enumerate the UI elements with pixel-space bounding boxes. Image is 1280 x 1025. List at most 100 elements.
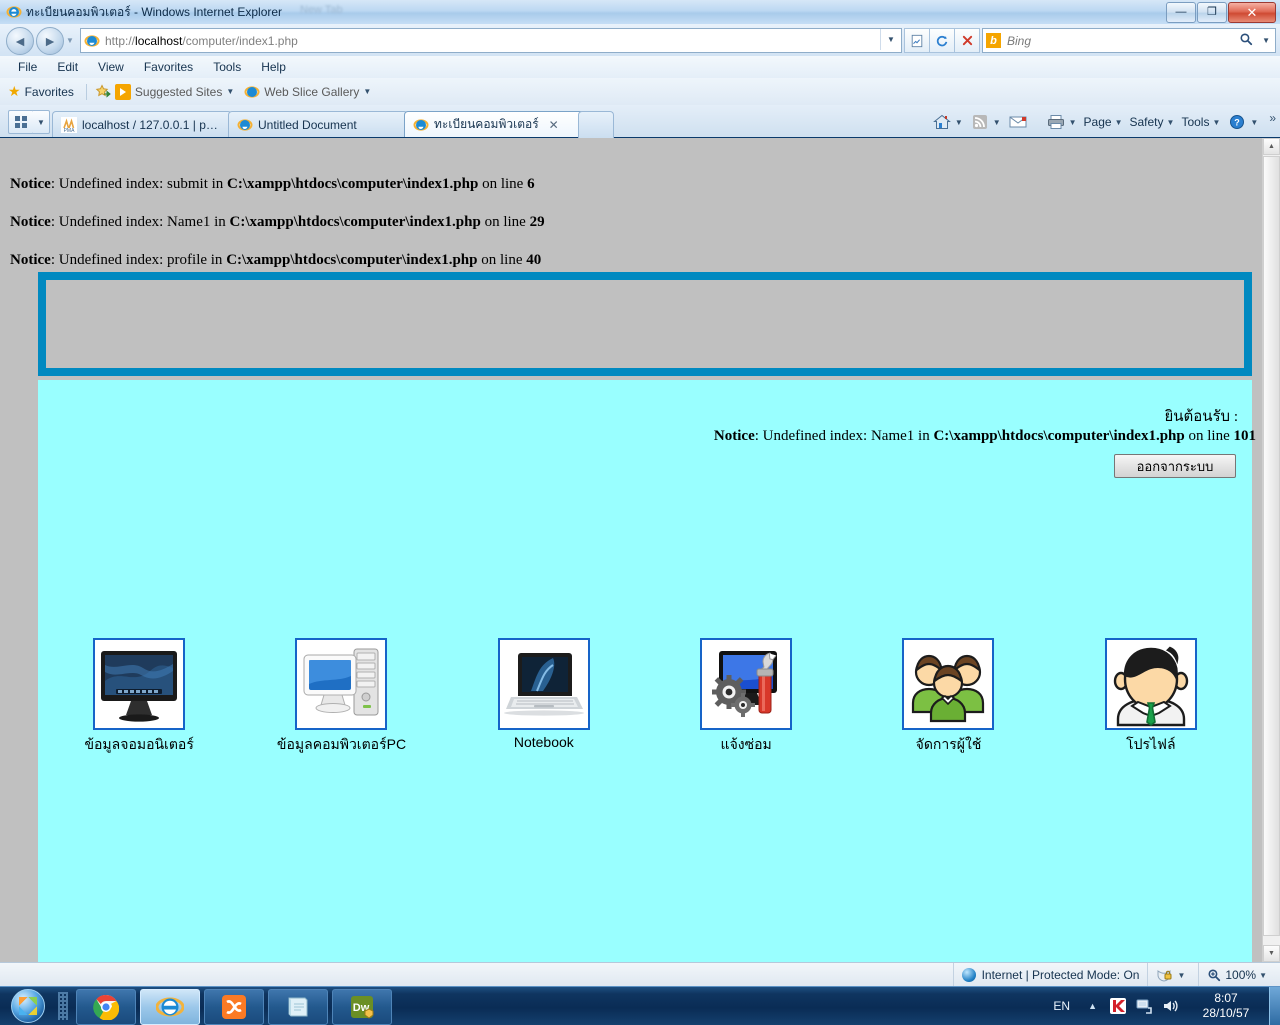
new-tab-button[interactable] <box>578 111 614 138</box>
svg-text:PMA: PMA <box>64 128 76 133</box>
command-bar-overflow-icon[interactable]: » <box>1269 111 1276 125</box>
address-input[interactable]: http://localhost/computer/index1.php <box>105 34 298 48</box>
taskbar-grip[interactable] <box>58 992 68 1020</box>
taskbar-internet-explorer[interactable] <box>140 989 200 1025</box>
safety-menu-button[interactable]: Safety ▼ <box>1130 115 1180 129</box>
tools-menu-button[interactable]: Tools ▼ <box>1181 115 1225 129</box>
quick-tabs-button[interactable] <box>8 110 34 134</box>
help-caret-icon[interactable]: ▼ <box>1250 118 1258 127</box>
web-slice-gallery-caret-icon[interactable]: ▼ <box>363 87 371 96</box>
feeds-caret-icon[interactable]: ▼ <box>993 118 1001 127</box>
zoom-caret-icon[interactable]: ▼ <box>1259 971 1267 980</box>
suggested-sites-icon[interactable] <box>114 83 131 100</box>
search-input[interactable]: Bing <box>1007 34 1031 48</box>
refresh-button[interactable] <box>930 28 955 53</box>
close-icon: ✕ <box>1246 5 1258 20</box>
menu-view[interactable]: View <box>88 58 134 76</box>
recent-pages-caret-icon[interactable]: ▼ <box>66 36 74 45</box>
page-menu-button[interactable]: Page ▼ <box>1084 115 1128 129</box>
php-notice-inner: Notice: Undefined index: Name1 in C:\xam… <box>714 428 1256 445</box>
language-indicator[interactable]: EN <box>1053 999 1070 1013</box>
address-dropdown-icon[interactable]: ▼ <box>880 29 901 50</box>
scroll-down-button[interactable]: ▼ <box>1263 945 1280 962</box>
forward-button[interactable]: ► <box>36 27 64 55</box>
menu-item-desktop-pc[interactable]: ข้อมูลคอมพิวเตอร์PC <box>240 638 442 756</box>
menu-item-manage-users[interactable]: จัดการผู้ใช้ <box>847 638 1049 756</box>
minimize-button[interactable]: — <box>1166 2 1196 23</box>
menu-item-monitor[interactable]: ข้อมูลจอมอนิเตอร์ <box>38 638 240 756</box>
tab-close-icon[interactable]: ✕ <box>549 118 559 132</box>
compatibility-view-button[interactable] <box>904 28 930 53</box>
menu-favorites[interactable]: Favorites <box>134 58 203 76</box>
notice-line: 40 <box>526 252 542 268</box>
show-hidden-icons-icon[interactable]: ▲ <box>1088 1001 1097 1011</box>
volume-icon[interactable] <box>1159 995 1181 1017</box>
tab-computer-registry[interactable]: ทะเบียนคอมพิวเตอร์ ✕ <box>404 111 584 137</box>
restore-button[interactable]: ❐ <box>1197 2 1227 23</box>
menu-edit[interactable]: Edit <box>47 58 88 76</box>
taskbar-notepad[interactable] <box>268 989 328 1025</box>
tab-list-dropdown-icon[interactable]: ▼ <box>33 110 50 134</box>
favorites-button[interactable]: ★ Favorites <box>8 83 74 100</box>
desktop-pc-icon-box[interactable] <box>295 638 388 730</box>
read-mail-button[interactable]: ▼ <box>1008 113 1044 131</box>
address-bar[interactable]: http://localhost/computer/index1.php ▼ <box>80 28 902 53</box>
print-caret-icon[interactable]: ▼ <box>1069 118 1077 127</box>
suggested-sites-caret-icon[interactable]: ▼ <box>226 87 234 96</box>
menu-item-notebook[interactable]: Notebook <box>443 638 645 756</box>
search-icon[interactable] <box>1239 32 1253 46</box>
notice-suffix: on line <box>477 252 527 268</box>
back-button[interactable]: ◄ <box>6 27 34 55</box>
web-slice-gallery-icon[interactable] <box>244 84 260 100</box>
stop-button[interactable] <box>955 28 980 53</box>
privacy-report-button[interactable]: ▼ <box>1147 963 1198 987</box>
help-menu-button[interactable]: ? ▼ <box>1227 113 1263 131</box>
add-to-favorites-icon[interactable] <box>95 83 111 100</box>
menu-item-repair-request[interactable]: แจ้งซ่อม <box>645 638 847 756</box>
home-button[interactable]: ▼ <box>932 113 968 131</box>
monitor-icon-box[interactable] <box>93 638 186 730</box>
start-button[interactable] <box>2 988 54 1024</box>
privacy-caret-icon[interactable]: ▼ <box>1177 971 1185 980</box>
ghost-title-text: New Tab <box>300 4 343 16</box>
monitor-icon <box>101 651 178 722</box>
tab-phpmyadmin[interactable]: PMA localhost / 127.0.0.1 | php... <box>52 111 232 137</box>
menu-tools[interactable]: Tools <box>203 58 251 76</box>
show-desktop-button[interactable] <box>1269 987 1280 1025</box>
zoom-control[interactable]: 100% ▼ <box>1198 963 1280 987</box>
repair-request-icon-box[interactable] <box>700 638 793 730</box>
scroll-down-icon: ▼ <box>1268 950 1275 957</box>
users-group-icon-box[interactable] <box>902 638 995 730</box>
user-profile-icon-box[interactable] <box>1104 638 1197 730</box>
users-group-icon <box>912 654 985 723</box>
scrollbar-thumb[interactable] <box>1263 156 1280 936</box>
zoom-level-label: 100% <box>1225 968 1257 982</box>
vertical-scrollbar[interactable]: ▲ ▼ <box>1262 138 1280 962</box>
tab-untitled-document[interactable]: Untitled Document <box>228 111 408 137</box>
scroll-up-button[interactable]: ▲ <box>1263 138 1280 155</box>
laptop-icon-box[interactable] <box>497 638 590 730</box>
suggested-sites-link[interactable]: Suggested Sites <box>135 85 222 99</box>
security-zone-label: Internet | Protected Mode: On <box>981 968 1140 982</box>
clock-time: 8:07 <box>1214 991 1238 1005</box>
menu-help[interactable]: Help <box>251 58 296 76</box>
kaspersky-icon[interactable] <box>1107 995 1129 1017</box>
feeds-button[interactable]: ▼ <box>970 113 1006 131</box>
security-zone[interactable]: Internet | Protected Mode: On <box>952 963 1148 987</box>
network-icon[interactable] <box>1133 995 1155 1017</box>
logout-button[interactable]: ออกจากระบบ <box>1114 454 1236 478</box>
close-button[interactable]: ✕ <box>1228 2 1276 23</box>
taskbar-chrome[interactable] <box>76 989 136 1025</box>
web-slice-gallery-link[interactable]: Web Slice Gallery <box>264 85 359 99</box>
taskbar-dreamweaver[interactable]: Dw <box>332 989 392 1025</box>
notice-prefix: Notice <box>713 428 755 444</box>
menu-file[interactable]: File <box>8 58 47 76</box>
home-caret-icon[interactable]: ▼ <box>955 118 963 127</box>
clock[interactable]: 8:07 28/10/57 <box>1189 991 1263 1021</box>
menu-item-profile[interactable]: โปรไฟล์ <box>1050 638 1252 756</box>
print-button[interactable]: ▼ <box>1046 113 1082 131</box>
taskbar-xampp[interactable] <box>204 989 264 1025</box>
menu-label-monitor: ข้อมูลจอมอนิเตอร์ <box>84 736 194 752</box>
search-box[interactable]: b Bing ▼ <box>982 28 1276 53</box>
search-dropdown-icon[interactable]: ▼ <box>1262 36 1270 45</box>
